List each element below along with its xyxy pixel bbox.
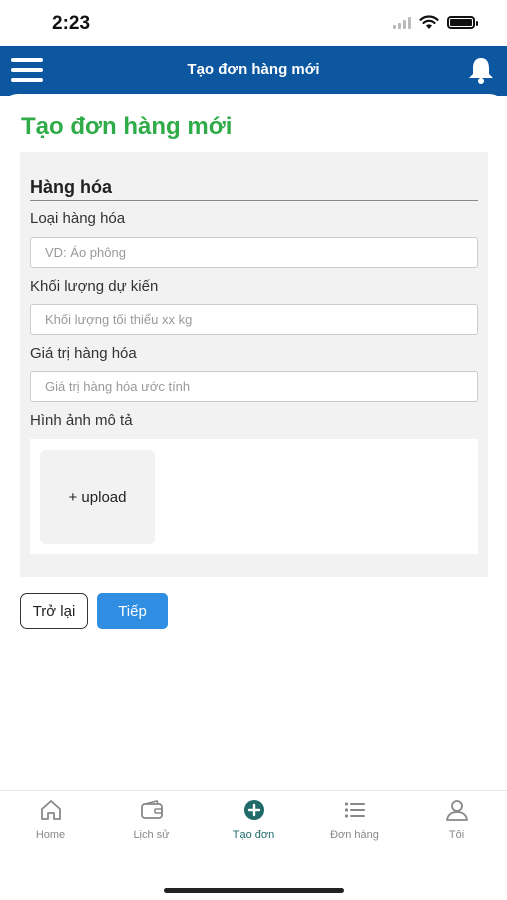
- header-title: Tạo đơn hàng mới: [187, 61, 320, 78]
- nav-item-home[interactable]: Home: [0, 799, 101, 841]
- back-button[interactable]: Trở lại: [20, 593, 88, 629]
- upload-button[interactable]: + upload: [40, 450, 155, 544]
- section-divider: [30, 200, 478, 201]
- goods-form: Hàng hóa Loại hàng hóa VD: Áo phông Khối…: [20, 152, 488, 577]
- page-title: Tạo đơn hàng mới: [21, 113, 233, 140]
- weight-placeholder: Khối lượng tối thiểu xx kg: [45, 312, 193, 327]
- home-indicator[interactable]: [164, 888, 344, 893]
- weight-label: Khối lượng dự kiến: [30, 278, 159, 295]
- status-time: 2:23: [52, 13, 91, 34]
- nav-label-history: Lịch sử: [133, 829, 170, 841]
- nav-item-orders[interactable]: Đơn hàng: [304, 799, 405, 841]
- goods-type-input[interactable]: VD: Áo phông: [30, 237, 478, 268]
- list-icon: [344, 802, 365, 818]
- nav-item-create-order[interactable]: Tạo đơn: [203, 799, 304, 841]
- signal-icon: [393, 16, 411, 29]
- nav-item-history[interactable]: Lịch sử: [101, 799, 202, 841]
- upload-area: + upload: [30, 439, 478, 554]
- bottom-nav: Home Lịch sử Tạo đơn Đơn hàng Tôi: [0, 790, 507, 900]
- main-content: Tạo đơn hàng mới Hàng hóa Loại hàng hóa …: [0, 94, 507, 790]
- user-icon: [445, 800, 468, 821]
- battery-icon: [447, 16, 478, 29]
- wifi-icon: [419, 15, 439, 29]
- value-placeholder: Giá trị hàng hóa ước tính: [45, 379, 191, 394]
- wallet-icon: [140, 800, 163, 819]
- home-icon: [40, 800, 61, 820]
- bell-icon[interactable]: [465, 55, 497, 85]
- nav-item-profile[interactable]: Tôi: [406, 799, 507, 841]
- nav-label-profile: Tôi: [448, 829, 465, 841]
- status-bar: 2:23: [0, 0, 507, 46]
- value-input[interactable]: Giá trị hàng hóa ước tính: [30, 371, 478, 402]
- nav-label-home: Home: [35, 829, 66, 841]
- nav-label-create-order: Tạo đơn: [232, 829, 275, 841]
- images-label: Hình ảnh mô tả: [30, 412, 133, 429]
- goods-type-label: Loại hàng hóa: [30, 210, 126, 227]
- nav-label-orders: Đơn hàng: [330, 829, 379, 841]
- weight-input[interactable]: Khối lượng tối thiểu xx kg: [30, 304, 478, 335]
- next-button[interactable]: Tiếp: [97, 593, 168, 629]
- app-header: Tạo đơn hàng mới: [0, 46, 507, 96]
- value-label: Giá trị hàng hóa: [30, 345, 137, 362]
- plus-circle-icon: [243, 800, 264, 820]
- section-title: Hàng hóa: [30, 177, 113, 197]
- goods-type-placeholder: VD: Áo phông: [45, 245, 126, 260]
- status-icons: [393, 15, 478, 30]
